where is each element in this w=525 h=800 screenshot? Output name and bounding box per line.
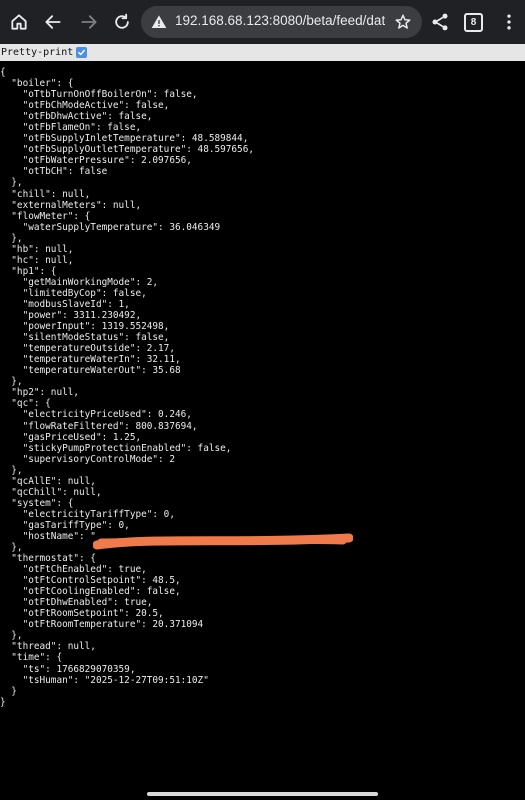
json-line: }, — [0, 232, 23, 244]
json-line: { — [0, 67, 6, 78]
json-line: }, — [0, 177, 23, 189]
json-line: "qcChill": null, — [0, 486, 102, 498]
json-line: "flowRateFiltered": 800.837694, — [0, 420, 198, 432]
reload-icon[interactable] — [108, 8, 136, 36]
json-line: "otFbSupplyInletTemperature": 48.589844, — [0, 133, 249, 145]
pretty-print-label: Pretty-print — [1, 47, 74, 58]
json-line: }, — [0, 630, 23, 642]
json-line: "limitedByCop": false, — [0, 287, 147, 299]
json-line: "hc": null, — [0, 254, 74, 266]
json-line: "otFtChEnabled": true, — [0, 564, 147, 576]
json-line: "boiler": { — [0, 78, 74, 90]
json-line: "powerInput": 1319.552498, — [0, 321, 170, 333]
json-line: "otFtRoomTemperature": 20.371094 — [0, 619, 204, 631]
json-line: "otFtRoomSetpoint": 20.5, — [0, 608, 164, 620]
json-line: "temperatureWaterIn": 32.11, — [0, 354, 181, 366]
forward-icon[interactable] — [75, 8, 103, 36]
json-line: "externalMeters": null, — [0, 199, 142, 211]
json-line: "electricityPriceUsed": 0.246, — [0, 409, 192, 421]
json-line: "stickyPumpProtectionEnabled": false, — [0, 442, 232, 454]
json-line: "otFbChModeActive": false, — [0, 100, 170, 112]
json-line: "thread": null, — [0, 641, 96, 653]
json-viewer: { "boiler": { "oTtbTurnOnOffBoilerOn": f… — [0, 67, 254, 708]
not-secure-warning-icon[interactable] — [151, 14, 167, 30]
bookmark-star-icon[interactable] — [394, 13, 412, 31]
share-icon[interactable] — [426, 8, 454, 36]
json-line: "hb": null, — [0, 243, 74, 255]
json-line: "otFtDhwEnabled": true, — [0, 597, 153, 609]
json-line: "hp2": null, — [0, 387, 80, 399]
json-line: "supervisoryControlMode": 2 — [0, 453, 175, 465]
json-line: "gasTariffType": 0, — [0, 519, 130, 531]
more-menu-icon[interactable] — [495, 8, 523, 36]
json-line: "otFbFlameOn": false, — [0, 122, 142, 134]
json-line: "temperatureWaterOut": 35.68 — [0, 365, 181, 377]
json-line: } — [0, 685, 17, 697]
pretty-print-bar: Pretty-print — [0, 44, 525, 61]
json-line: "qcAllE": null, — [0, 475, 96, 487]
json-line: "silentModeStatus": false, — [0, 332, 170, 344]
json-line: "tsHuman": "2025-12-27T09:51:10Z" — [0, 674, 209, 686]
json-line: "otFtCoolingEnabled": false, — [0, 586, 181, 598]
json-line: "chill": null, — [0, 188, 91, 200]
json-line: "otFbDhwActive": false, — [0, 111, 153, 123]
json-line: "otFbWaterPressure": 2.097656, — [0, 155, 192, 167]
tab-switcher-icon[interactable]: 8 — [464, 13, 483, 32]
json-line: "otTbCH": false — [0, 166, 108, 178]
json-line: "flowMeter": { — [0, 210, 91, 222]
redaction-scribble — [93, 533, 353, 550]
gesture-home-bar[interactable] — [147, 792, 378, 796]
json-line: "hp1": { — [0, 265, 57, 277]
json-line: }, — [0, 376, 23, 388]
json-line: "oTtbTurnOnOffBoilerOn": false, — [0, 89, 198, 101]
json-line: "qc": { — [0, 398, 51, 410]
json-line: "gasPriceUsed": 1.25, — [0, 431, 142, 443]
json-line: "power": 3311.230492, — [0, 310, 142, 322]
json-line: "electricityTariffType": 0, — [0, 508, 175, 520]
address-bar[interactable]: 192.168.68.123:8080/beta/feed/data.jso — [141, 6, 422, 38]
json-line: "waterSupplyTemperature": 36.046349 — [0, 221, 221, 233]
json-line: "otFbSupplyOutletTemperature": 48.597656… — [0, 144, 254, 156]
json-line: "thermostat": { — [0, 553, 96, 565]
url-text[interactable]: 192.168.68.123:8080/beta/feed/data.jso — [175, 13, 385, 28]
json-line: } — [0, 696, 6, 708]
json-line: "temperatureOutside": 2.17, — [0, 343, 175, 355]
json-line: "getMainWorkingMode": 2, — [0, 276, 159, 288]
json-line: }, — [0, 464, 23, 476]
back-icon[interactable] — [39, 8, 67, 36]
json-line: "modbusSlaveId": 1, — [0, 298, 130, 310]
json-line: "system": { — [0, 497, 74, 509]
browser-toolbar: 192.168.68.123:8080/beta/feed/data.jso 8 — [0, 0, 525, 44]
json-line: "otFtControlSetpoint": 48.5, — [0, 575, 181, 587]
json-line: "ts": 1766829070359, — [0, 663, 136, 675]
home-icon[interactable] — [5, 8, 33, 36]
pretty-print-checkbox[interactable] — [76, 47, 88, 58]
json-line: "time": { — [0, 652, 63, 664]
